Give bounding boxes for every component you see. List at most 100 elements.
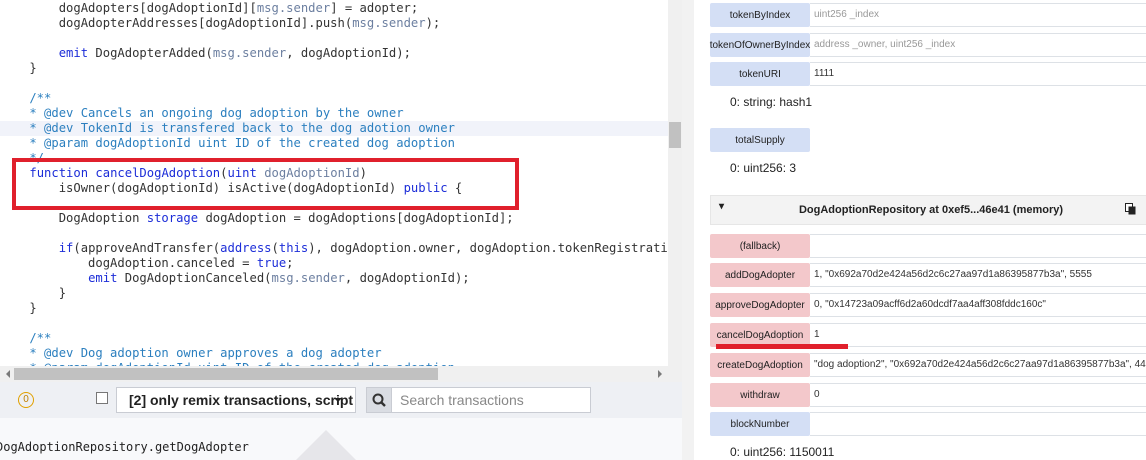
editor-horizontal-scrollbar[interactable] [0,366,682,382]
code-token: , dogAdoptionId); [344,271,470,285]
listen-network-checkbox[interactable] [96,392,108,404]
code-token: * @dev TokenId is transfered back to the… [0,121,455,135]
code-line: emit DogAdoptionCanceled(msg.sender, dog… [0,271,470,286]
function-button-fallback[interactable]: (fallback) [710,234,810,258]
function-args-input[interactable]: address _owner, uint256 _index [810,33,1146,57]
vertical-scroll-thumb[interactable] [669,122,681,148]
function-button-createdogadoption[interactable]: createDogAdoption [710,353,810,377]
code-token: dogAdopters[dogAdoptionId][ [0,1,257,15]
code-token: this [278,241,309,255]
code-token: , dogAdoptionId); [286,46,411,60]
code-token: dogAdoption.canceled = [0,256,257,270]
code-token: msg.sender [256,1,331,15]
chevron-down-icon [334,398,342,406]
deployed-contract-header[interactable]: ▾ DogAdoptionRepository at 0xef5...46e41… [710,195,1146,225]
function-args-input[interactable]: 0 [810,383,1146,407]
search-icon [372,393,386,407]
function-args-input[interactable] [810,412,1146,436]
code-token: (approveAndTransfer( [73,241,221,255]
function-button-tokenuri[interactable]: tokenURI [710,62,810,86]
function-args-input[interactable]: 1111 [810,62,1146,86]
totalsupply-button[interactable]: totalSupply [710,128,810,152]
code-line: } [0,286,66,301]
copy-icon[interactable] [1125,203,1136,215]
blocknumber-result: 0: uint256: 1150011 [730,445,835,459]
code-token: address [220,241,272,255]
code-line: } [0,61,37,76]
remix-logo-watermark [290,430,362,460]
code-line: } [0,301,37,316]
code-line: if(approveAndTransfer(address(this), dog… [0,241,682,256]
terminal-log-line: DogAdoptionRepository.getDogAdopter [0,440,249,454]
code-token: /** [0,91,52,105]
code-token: } [0,301,37,315]
panel-divider[interactable] [682,0,694,460]
code-token: DogAdopterAdded( [88,46,213,60]
code-token: ), dogAdoption.owner, dogAdoption.tokenR… [308,241,682,255]
tokenuri-result: 0: string: hash1 [730,95,813,109]
code-token: DogAdoption [0,211,147,225]
code-token: } [0,61,37,75]
code-line: emit DogAdopterAdded(msg.sender, dogAdop… [0,46,411,61]
code-line: * @dev Dog adoption owner approves a dog… [0,346,382,361]
code-token: storage [146,211,199,225]
code-line: * @param dogAdoptionId uint ID of the cr… [0,136,455,151]
function-args-input[interactable]: 1, "0x692a70d2e424a56d2c6c27aa97d1a86395… [810,263,1146,287]
transaction-filter-select[interactable]: [2] only remix transactions, script [116,387,356,413]
function-button-tokenofownerbyindex[interactable]: tokenOfOwnerByIndex [710,33,810,57]
terminal-output[interactable]: DogAdoptionRepository.getDogAdopter [0,418,682,460]
code-token: /** [0,331,52,345]
run-tab-panel: tokenByIndex uint256 _index tokenOfOwnerBy… [694,0,1146,460]
code-token: ( [271,241,279,255]
code-line: /** [0,331,51,346]
function-args-input[interactable]: "dog adoption2", "0x692a70d2e424a56d2c6c… [810,353,1146,377]
code-token: * @dev Dog adoption owner approves a dog… [0,346,382,360]
code-token: ); [425,16,441,30]
code-line: dogAdoption.canceled = true; [0,256,294,271]
function-button-withdraw[interactable]: withdraw [710,383,810,407]
search-button[interactable] [366,387,392,413]
annotation-underline [716,344,848,349]
function-args-input[interactable]: 0, "0x14723a09acff6d2a60dcdf7aa4aff308fd… [810,293,1146,317]
code-token: true [256,256,287,270]
pending-transactions-badge[interactable]: 0 [18,392,34,408]
function-button-blocknumber[interactable]: blockNumber [710,412,810,436]
search-transactions-input[interactable]: Search transactions [391,387,591,413]
totalsupply-result: 0: uint256: 3 [730,161,797,175]
scroll-left-arrow-icon[interactable] [2,370,10,378]
code-line: dogAdopters[dogAdoptionId][msg.sender] =… [0,1,419,16]
code-line: DogAdoption storage dogAdoption = dogAdo… [0,211,514,226]
function-args-input[interactable]: 1 [810,323,1146,347]
function-args-input[interactable]: uint256 _index [810,3,1146,27]
code-token: emit [58,46,89,60]
code-token: ] = adopter; [330,1,419,15]
function-args-input[interactable] [810,234,1146,258]
function-button-adddogadopter[interactable]: addDogAdopter [710,263,810,287]
code-token: emit [88,271,118,285]
code-line: dogAdopterAddresses[dogAdoptionId].push(… [0,16,441,31]
editor-vertical-scrollbar[interactable] [668,0,682,366]
code-token: * @dev Cancels an ongoing dog adoption b… [0,106,404,120]
code-token: if [58,241,74,255]
code-token: msg.sender [271,271,345,285]
terminal-toolbar: 0 [2] only remix transactions, script Se… [0,382,682,418]
code-token: dogAdoption = dogAdoptions[dogAdoptionId… [198,211,514,225]
code-token: msg.sender [352,16,426,30]
function-button-approvedogadopter[interactable]: approveDogAdopter [710,293,810,317]
annotation-highlight-box [12,158,519,210]
code-token: * @param dogAdoptionId uint ID of the cr… [0,136,455,150]
code-token: dogAdopterAddresses[dogAdoptionId].push( [0,16,353,30]
function-button-tokenbyindex[interactable]: tokenByIndex [710,3,810,27]
code-token: ; [286,256,294,270]
filter-select-label: [2] only remix transactions, script [129,392,354,408]
contract-instance-title: DogAdoptionRepository at 0xef5...46e41 (… [798,204,1064,216]
code-line: * @dev TokenId is transfered back to the… [0,121,668,136]
code-line: * @dev Cancels an ongoing dog adoption b… [0,106,404,121]
code-token: msg.sender [212,46,287,60]
scroll-right-arrow-icon[interactable] [658,370,666,378]
code-line: /** [0,91,51,106]
horizontal-scroll-thumb[interactable] [14,368,438,380]
